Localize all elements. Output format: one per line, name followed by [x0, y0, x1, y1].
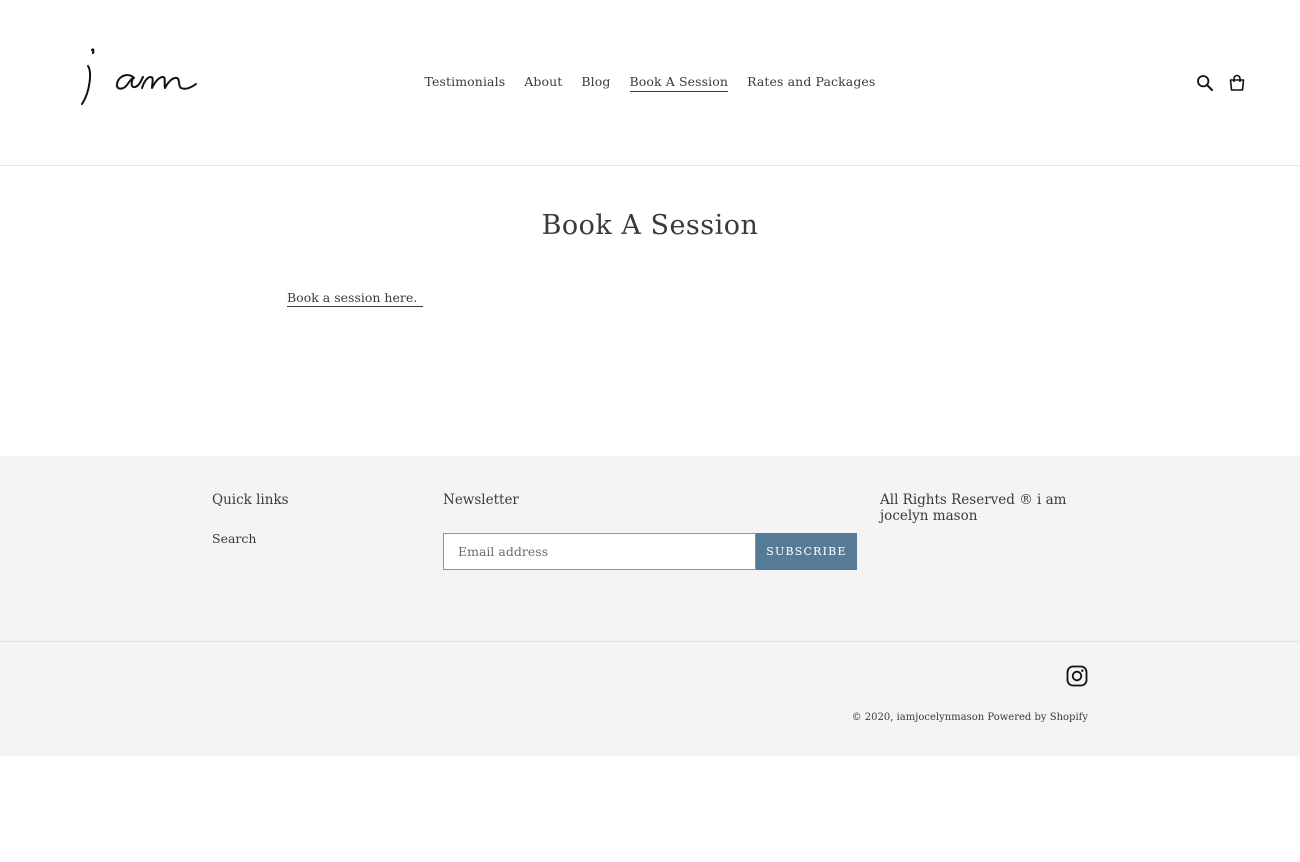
footer-top: Quick links Search Newsletter SUBSCRIBE …: [0, 456, 1300, 642]
header-icons: [1196, 74, 1246, 92]
copyright-prefix: © 2020,: [851, 712, 894, 723]
copyright: © 2020, iamjocelynmason Powered by Shopi…: [852, 712, 1088, 723]
main-nav: Testimonials About Blog Book A Session R…: [0, 74, 1300, 92]
email-input[interactable]: [443, 533, 756, 570]
nav-item-testimonials[interactable]: Testimonials: [425, 74, 506, 92]
nav-item-blog[interactable]: Blog: [581, 74, 610, 92]
newsletter-form: SUBSCRIBE: [443, 533, 857, 570]
instagram-icon: [1066, 665, 1088, 687]
nav-item-rates-and-packages[interactable]: Rates and Packages: [747, 74, 875, 92]
subscribe-button[interactable]: SUBSCRIBE: [756, 533, 857, 570]
nav-item-book-a-session[interactable]: Book A Session: [629, 74, 729, 92]
rights-text: All Rights Reserved ® i am jocelyn mason: [880, 492, 1067, 524]
cart-icon: [1229, 74, 1245, 91]
footer-link-search[interactable]: Search: [212, 531, 256, 546]
footer-bottom: © 2020, iamjocelynmason Powered by Shopi…: [0, 643, 1300, 756]
book-session-link[interactable]: Book a session here.: [287, 290, 424, 307]
search-icon: [1197, 75, 1213, 91]
instagram-link[interactable]: [1066, 665, 1088, 691]
site-header: Testimonials About Blog Book A Session R…: [0, 0, 1300, 166]
search-button[interactable]: [1196, 74, 1214, 92]
quick-links-title: Quick links: [212, 492, 289, 508]
cart-button[interactable]: [1228, 74, 1246, 92]
nav-item-about[interactable]: About: [524, 74, 562, 92]
copyright-store-link[interactable]: iamjocelynmason: [897, 712, 985, 723]
newsletter-title: Newsletter: [443, 492, 519, 508]
site-footer: Quick links Search Newsletter SUBSCRIBE …: [0, 456, 1300, 756]
powered-by-link[interactable]: Powered by Shopify: [987, 712, 1088, 723]
page-title: Book A Session: [541, 210, 759, 241]
main-content: Book A Session Book a session here.: [0, 166, 1300, 456]
